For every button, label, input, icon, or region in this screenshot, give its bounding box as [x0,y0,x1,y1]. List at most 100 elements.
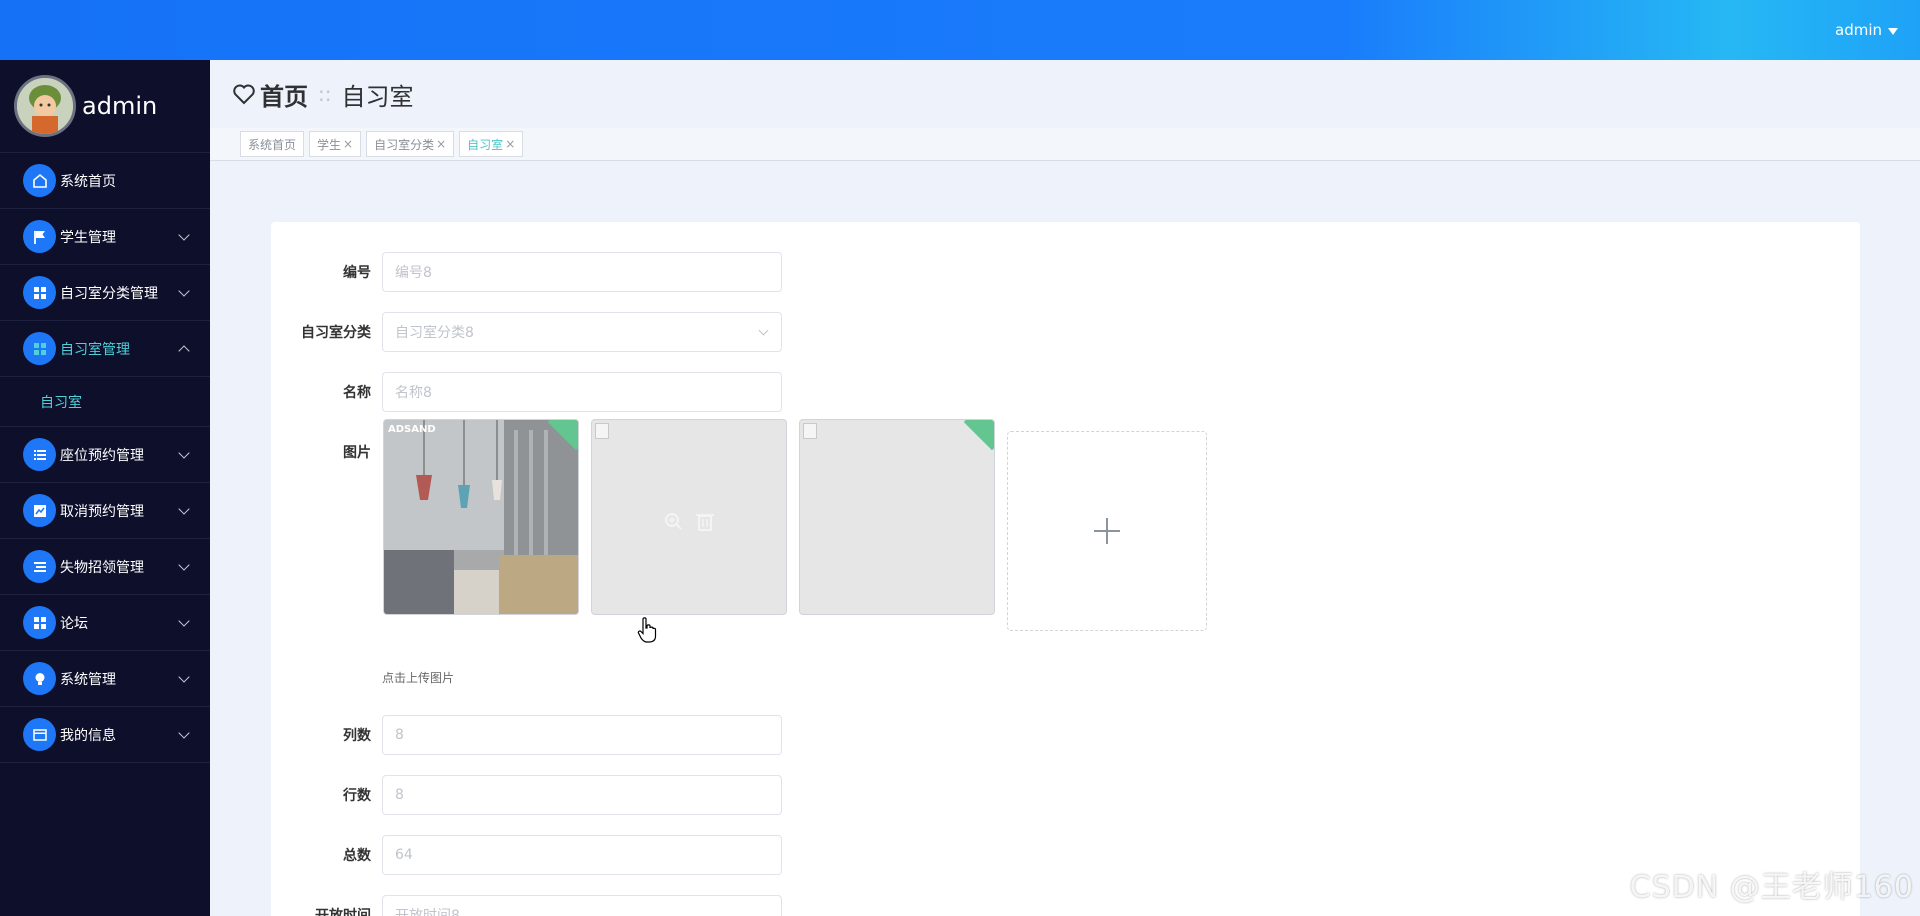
breadcrumb-home-label: 首页 [260,82,308,111]
total-input[interactable]: 64 [382,835,782,875]
open-time-input[interactable]: 开放时间8 [382,895,782,916]
plus-icon [1094,518,1120,544]
rows-label: 行数 [343,788,371,804]
sidebar-item-label: 失物招领管理 [60,559,144,576]
chevron-down-icon [178,727,190,739]
category-select-value: 自习室分类8 [395,325,474,341]
name-label: 名称 [343,385,371,401]
cols-label: 列数 [343,728,371,744]
sidebar-item-label: 自习室分类管理 [60,285,158,302]
image-logo-text: ADSAND [388,424,436,435]
sidebar-item-label: 系统管理 [60,671,116,688]
form-row-category: 自习室分类 [271,312,371,352]
breadcrumb-home[interactable]: 首页 [232,77,308,112]
sidebar-item-my-info[interactable]: 我的信息 [0,707,210,763]
sidebar-item-lost-found[interactable]: 失物招领管理 [0,539,210,595]
image-label: 图片 [343,445,371,461]
breadcrumb: 首页 :: 自习室 [210,60,1920,128]
chevron-down-icon [758,325,769,336]
broken-image-icon [595,423,609,439]
open-time-label: 开放时间 [315,908,371,916]
broken-image-icon [803,423,817,439]
card-icon [23,718,56,751]
hand-cursor-icon [637,617,657,643]
sidebar-item-seat-booking[interactable]: 座位预约管理 [0,427,210,483]
image-thumbnail[interactable] [799,419,995,615]
image-thumbnail[interactable] [591,419,787,615]
close-icon[interactable]: × [505,137,515,151]
tag-label: 学生 [317,137,342,152]
number-label: 编号 [343,265,371,281]
number-input[interactable]: 编号8 [382,252,782,292]
tag-home[interactable]: 系统首页 [240,131,305,157]
chevron-down-icon [178,559,190,571]
sidebar-item-students[interactable]: 学生管理 [0,209,210,265]
thumbnail-actions [665,513,714,531]
name-input[interactable]: 名称8 [382,372,782,412]
sidebar-item-label: 座位预约管理 [60,447,144,464]
breadcrumb-separator: :: [318,82,332,106]
tag-label: 自习室 [467,137,504,152]
image-thumbnail[interactable]: ADSAND [383,419,579,615]
form-row-image: 图片 [271,432,371,472]
flag-icon [23,220,56,253]
user-menu[interactable]: admin [1835,0,1898,60]
grid-icon [23,606,56,639]
chevron-down-icon [178,615,190,627]
form-row-total: 总数 [271,835,371,875]
chart-icon [23,494,56,527]
upload-image-button[interactable] [1007,431,1207,631]
tag-room[interactable]: 自习室 × [459,131,524,157]
grid-icon [23,332,56,365]
tags-bar: 系统首页 学生 × 自习室分类 × 自习室 × [210,128,1920,161]
upload-success-badge [963,420,994,451]
sidebar-item-cancel-booking[interactable]: 取消预约管理 [0,483,210,539]
grid-icon [23,276,56,309]
chevron-down-icon [178,285,190,297]
profile-name: admin [82,92,158,120]
form-row-number: 编号 [271,252,371,292]
form-row-cols: 列数 [271,715,371,755]
avatar [14,75,76,137]
heart-icon [233,84,255,105]
tag-label: 系统首页 [248,137,297,152]
tag-room-category[interactable]: 自习室分类 × [366,131,455,157]
sidebar-item-system[interactable]: 系统管理 [0,651,210,707]
sidebar-item-label: 系统首页 [60,173,116,190]
form-row-rows: 行数 [271,775,371,815]
tag-label: 自习室分类 [374,137,435,152]
form-card: 编号 编号8 自习室分类 自习室分类8 名称 名称8 图片 ADSAND 点击上… [271,222,1860,916]
total-label: 总数 [343,848,371,864]
chevron-down-icon [178,447,190,459]
profile: admin [0,60,210,153]
sidebar-item-label: 我的信息 [60,727,116,744]
close-icon[interactable]: × [343,137,353,151]
chevron-down-icon [178,671,190,683]
sidebar-item-home[interactable]: 系统首页 [0,153,210,209]
sidebar-item-label: 论坛 [60,615,88,632]
upload-hint: 点击上传图片 [382,671,455,685]
form-row-open-time: 开放时间 [271,895,371,916]
sidebar-subitem-room[interactable]: 自习室 [0,377,210,427]
zoom-in-icon [665,513,682,530]
sidebar-item-label: 取消预约管理 [60,503,144,520]
home-icon [23,164,56,197]
cols-input[interactable]: 8 [382,715,782,755]
list-icon [23,438,56,471]
chevron-down-icon [178,229,190,241]
sidebar-item-room[interactable]: 自习室管理 [0,321,210,377]
breadcrumb-current: 自习室 [341,82,414,111]
top-bar: admin [0,0,1920,60]
bulb-icon [23,662,56,695]
close-icon[interactable]: × [436,137,446,151]
rows-input[interactable]: 8 [382,775,782,815]
sidebar: admin 系统首页 学生管理 自习室分类管理 自习室管理 自习室 座位预约管理 [0,60,210,916]
tag-students[interactable]: 学生 × [309,131,362,157]
delete-icon [696,514,714,531]
list-icon [23,550,56,583]
category-select[interactable]: 自习室分类8 [382,312,782,352]
caret-down-icon [1888,27,1898,35]
sidebar-item-forum[interactable]: 论坛 [0,595,210,651]
sidebar-item-room-category[interactable]: 自习室分类管理 [0,265,210,321]
form-row-name: 名称 [271,372,371,412]
